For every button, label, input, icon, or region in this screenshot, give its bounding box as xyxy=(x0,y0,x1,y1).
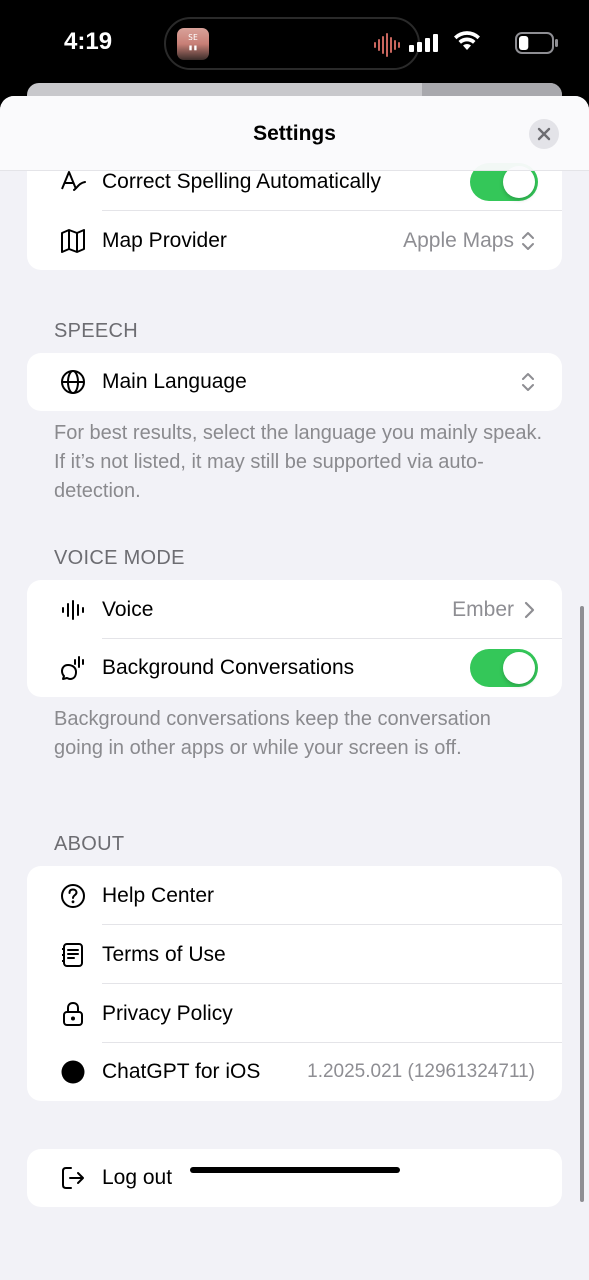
map-icon xyxy=(60,228,86,254)
speech-group: Main Language xyxy=(27,353,562,411)
vertical-scrollbar[interactable] xyxy=(580,606,584,1202)
close-icon xyxy=(537,127,551,141)
status-bar: 4:19 SE ▮▮ xyxy=(0,0,589,90)
main-language-row[interactable]: Main Language xyxy=(27,353,562,411)
about-item-label: Terms of Use xyxy=(102,942,226,966)
voice-waveform-icon xyxy=(60,597,86,623)
logout-icon xyxy=(60,1165,86,1191)
question-circle-icon xyxy=(60,883,86,909)
spell-check-icon xyxy=(60,169,86,195)
status-icons xyxy=(399,28,559,56)
status-time: 4:19 xyxy=(64,28,113,55)
about-group: Help Center Terms of Use Privacy Policy … xyxy=(27,866,562,1101)
about-item-label: Privacy Policy xyxy=(102,1001,233,1025)
sheet-header: Settings xyxy=(0,96,589,171)
chevron-right-icon xyxy=(524,601,535,618)
speech-footnote: For best results, select the language yo… xyxy=(54,422,543,502)
logout-label: Log out xyxy=(102,1166,173,1189)
about-item-label: ChatGPT for iOS xyxy=(102,1060,261,1083)
globe-icon xyxy=(60,369,86,395)
voice-label: Voice xyxy=(102,597,154,621)
map-provider-label: Map Provider xyxy=(102,228,227,252)
now-playing-thumbnail: SE ▮▮ xyxy=(177,28,209,60)
background-conversation-icon xyxy=(60,655,86,681)
cellular-signal-icon xyxy=(409,34,438,52)
about-item-privacy-policy[interactable]: Privacy Policy xyxy=(27,984,562,1043)
toggle-knob xyxy=(503,652,535,684)
battery-icon xyxy=(515,32,558,54)
settings-sheet: Settings Correct Spelling Automatically xyxy=(0,96,589,1280)
voice-row[interactable]: Voice Ember xyxy=(27,580,562,639)
about-item-terms-of-use[interactable]: Terms of Use xyxy=(27,925,562,984)
voice-mode-section-header: VOICE MODE xyxy=(54,547,185,569)
about-item-label: Help Center xyxy=(102,883,215,907)
about-item-help-center[interactable]: Help Center xyxy=(27,866,562,925)
app-version-value: 1.2025.021 (12961324711) xyxy=(307,1061,535,1082)
lock-icon xyxy=(60,1001,86,1027)
chatgpt-logo-icon xyxy=(60,1059,86,1085)
background-conversations-row[interactable]: Background Conversations xyxy=(27,639,562,697)
main-language-label: Main Language xyxy=(102,370,247,393)
correct-spelling-label: Correct Spelling Automatically xyxy=(102,169,381,193)
dynamic-island[interactable]: SE ▮▮ xyxy=(164,17,420,70)
logout-button[interactable]: Log out xyxy=(27,1149,562,1207)
page-title: Settings xyxy=(253,122,336,145)
wifi-icon xyxy=(454,31,480,50)
about-section-header: ABOUT xyxy=(54,833,125,855)
logout-group: Log out xyxy=(27,1149,562,1207)
about-item-app-version[interactable]: ChatGPT for iOS 1.2025.021 (12961324711) xyxy=(27,1043,562,1101)
voice-value: Ember xyxy=(452,597,514,621)
settings-content[interactable]: Correct Spelling Automatically Map Provi… xyxy=(0,96,589,1280)
background-conversations-toggle[interactable] xyxy=(470,649,538,687)
speech-section-header: SPEECH xyxy=(54,320,139,342)
map-provider-value: Apple Maps xyxy=(403,228,514,252)
chevron-up-down-icon xyxy=(522,373,534,391)
voice-mode-footnote: Background conversations keep the conver… xyxy=(54,708,491,759)
home-indicator[interactable] xyxy=(190,1167,400,1173)
background-conversations-label: Background Conversations xyxy=(102,656,355,679)
document-icon xyxy=(60,942,86,968)
voice-mode-group: Voice Ember Background Conversations xyxy=(27,580,562,697)
map-provider-row[interactable]: Map Provider Apple Maps xyxy=(27,211,562,270)
chevron-up-down-icon xyxy=(522,231,534,250)
close-button[interactable] xyxy=(529,119,559,149)
